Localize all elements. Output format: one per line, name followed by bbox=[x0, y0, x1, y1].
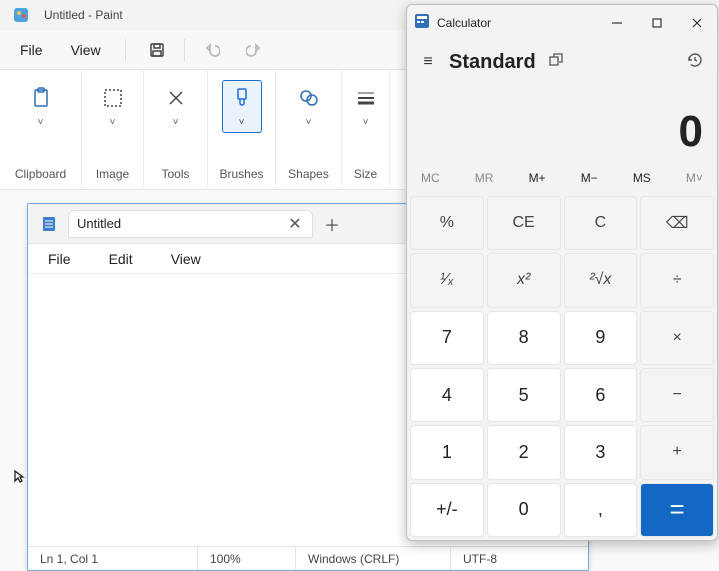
key-divide[interactable]: ÷ bbox=[640, 253, 714, 307]
mem-mminus[interactable]: M− bbox=[581, 171, 598, 185]
mem-mplus[interactable]: M+ bbox=[529, 171, 546, 185]
paint-app-icon bbox=[8, 2, 34, 28]
cursor-arrow-icon bbox=[13, 469, 25, 486]
ribbon-label-clipboard: Clipboard bbox=[15, 167, 66, 181]
ribbon-label-tools: Tools bbox=[161, 167, 189, 181]
key-add[interactable]: + bbox=[640, 425, 714, 479]
hamburger-icon[interactable]: ≡ bbox=[417, 53, 439, 71]
notepad-tab[interactable]: Untitled ✕ bbox=[68, 210, 313, 238]
calc-display-value: 0 bbox=[679, 107, 703, 157]
calc-window-title: Calculator bbox=[437, 16, 597, 30]
calc-titlebar: Calculator bbox=[407, 5, 717, 41]
key-multiply[interactable]: × bbox=[640, 311, 714, 365]
status-eol: Windows (CRLF) bbox=[296, 547, 451, 570]
calc-memory-bar: MC MR M+ M− MS M˅ bbox=[407, 163, 717, 193]
chevron-down-icon: ˅ bbox=[110, 117, 116, 128]
key-square[interactable]: x² bbox=[487, 253, 561, 307]
ribbon-group-tools: ˅ Tools bbox=[144, 70, 208, 189]
shapes-button[interactable]: ˅ bbox=[289, 80, 329, 133]
ribbon-label-image: Image bbox=[96, 167, 129, 181]
key-sqrt[interactable]: ²√x bbox=[564, 253, 638, 307]
brush-icon bbox=[229, 85, 255, 111]
new-tab-button[interactable]: ＋ bbox=[317, 210, 347, 238]
notepad-statusbar: Ln 1, Col 1 100% Windows (CRLF) UTF-8 bbox=[28, 546, 588, 570]
mem-mc[interactable]: MC bbox=[421, 171, 440, 185]
key-3[interactable]: 3 bbox=[564, 425, 638, 479]
key-0[interactable]: 0 bbox=[487, 483, 561, 537]
mem-ms[interactable]: MS bbox=[633, 171, 651, 185]
ribbon-label-shapes: Shapes bbox=[288, 167, 329, 181]
chevron-down-icon: ˅ bbox=[173, 117, 179, 128]
mem-mr[interactable]: MR bbox=[475, 171, 494, 185]
notepad-menu-view[interactable]: View bbox=[161, 247, 211, 271]
calc-mode-bar: ≡ Standard bbox=[407, 41, 717, 83]
minimize-button[interactable] bbox=[597, 7, 637, 39]
ribbon-group-clipboard: ˅ Clipboard bbox=[0, 70, 82, 189]
ribbon-label-brushes: Brushes bbox=[219, 167, 263, 181]
key-9[interactable]: 9 bbox=[564, 311, 638, 365]
mem-mlist[interactable]: M˅ bbox=[686, 171, 703, 185]
divider bbox=[184, 39, 185, 61]
calculator-window: Calculator ≡ Standard 0 MC MR M+ M− bbox=[406, 4, 718, 541]
key-equals[interactable]: = bbox=[640, 483, 714, 537]
key-8[interactable]: 8 bbox=[487, 311, 561, 365]
history-icon[interactable] bbox=[683, 51, 707, 74]
calc-mode-label: Standard bbox=[449, 51, 536, 74]
save-icon[interactable] bbox=[140, 33, 174, 67]
brushes-button[interactable]: ˅ bbox=[222, 80, 262, 133]
close-button[interactable] bbox=[677, 7, 717, 39]
key-ce[interactable]: CE bbox=[487, 196, 561, 250]
divider bbox=[125, 39, 126, 61]
status-zoom: 100% bbox=[198, 547, 296, 570]
notepad-menu-file[interactable]: File bbox=[38, 247, 81, 271]
key-1[interactable]: 1 bbox=[410, 425, 484, 479]
notepad-menu-edit[interactable]: Edit bbox=[99, 247, 143, 271]
status-encoding: UTF-8 bbox=[451, 547, 509, 570]
maximize-button[interactable] bbox=[637, 7, 677, 39]
ribbon-group-brushes: ˅ Brushes bbox=[208, 70, 276, 189]
key-2[interactable]: 2 bbox=[487, 425, 561, 479]
status-position: Ln 1, Col 1 bbox=[28, 547, 198, 570]
tools-button[interactable]: ˅ bbox=[156, 80, 196, 133]
paint-menu-view[interactable]: View bbox=[61, 38, 111, 62]
size-button[interactable]: ˅ bbox=[346, 80, 386, 133]
chevron-down-icon: ˅ bbox=[306, 117, 312, 128]
clipboard-icon bbox=[28, 85, 54, 111]
close-icon[interactable]: ✕ bbox=[286, 214, 304, 234]
redo-icon[interactable] bbox=[237, 33, 271, 67]
key-c[interactable]: C bbox=[564, 196, 638, 250]
keep-on-top-icon[interactable] bbox=[544, 52, 568, 73]
ribbon-label-size: Size bbox=[354, 167, 377, 181]
select-icon bbox=[100, 85, 126, 111]
key-5[interactable]: 5 bbox=[487, 368, 561, 422]
size-icon bbox=[353, 85, 379, 111]
undo-icon[interactable] bbox=[195, 33, 229, 67]
key-subtract[interactable]: − bbox=[640, 368, 714, 422]
calc-display: 0 bbox=[407, 83, 717, 163]
shapes-icon bbox=[296, 85, 322, 111]
key-backspace[interactable]: ⌫ bbox=[640, 196, 714, 250]
chevron-down-icon: ˅ bbox=[38, 117, 44, 128]
image-select-button[interactable]: ˅ bbox=[93, 80, 133, 133]
paint-window-title: Untitled - Paint bbox=[44, 8, 123, 22]
key-percent[interactable]: % bbox=[410, 196, 484, 250]
notepad-app-icon bbox=[36, 211, 62, 237]
calc-keypad: % CE C ⌫ ¹⁄ₓ x² ²√x ÷ 7 8 9 × 4 5 6 − 1 … bbox=[407, 193, 717, 540]
chevron-down-icon: ˅ bbox=[363, 117, 369, 128]
notepad-tab-title: Untitled bbox=[77, 216, 286, 231]
key-negate[interactable]: +/- bbox=[410, 483, 484, 537]
chevron-down-icon: ˅ bbox=[239, 117, 245, 128]
calc-app-icon bbox=[415, 14, 429, 33]
key-6[interactable]: 6 bbox=[564, 368, 638, 422]
key-4[interactable]: 4 bbox=[410, 368, 484, 422]
paint-menu-file[interactable]: File bbox=[10, 38, 53, 62]
key-reciprocal[interactable]: ¹⁄ₓ bbox=[410, 253, 484, 307]
ribbon-group-shapes: ˅ Shapes bbox=[276, 70, 342, 189]
tools-icon bbox=[163, 85, 189, 111]
key-decimal[interactable]: , bbox=[564, 483, 638, 537]
key-7[interactable]: 7 bbox=[410, 311, 484, 365]
ribbon-group-image: ˅ Image bbox=[82, 70, 144, 189]
paste-button[interactable]: ˅ bbox=[21, 80, 61, 133]
ribbon-group-size: ˅ Size bbox=[342, 70, 390, 189]
